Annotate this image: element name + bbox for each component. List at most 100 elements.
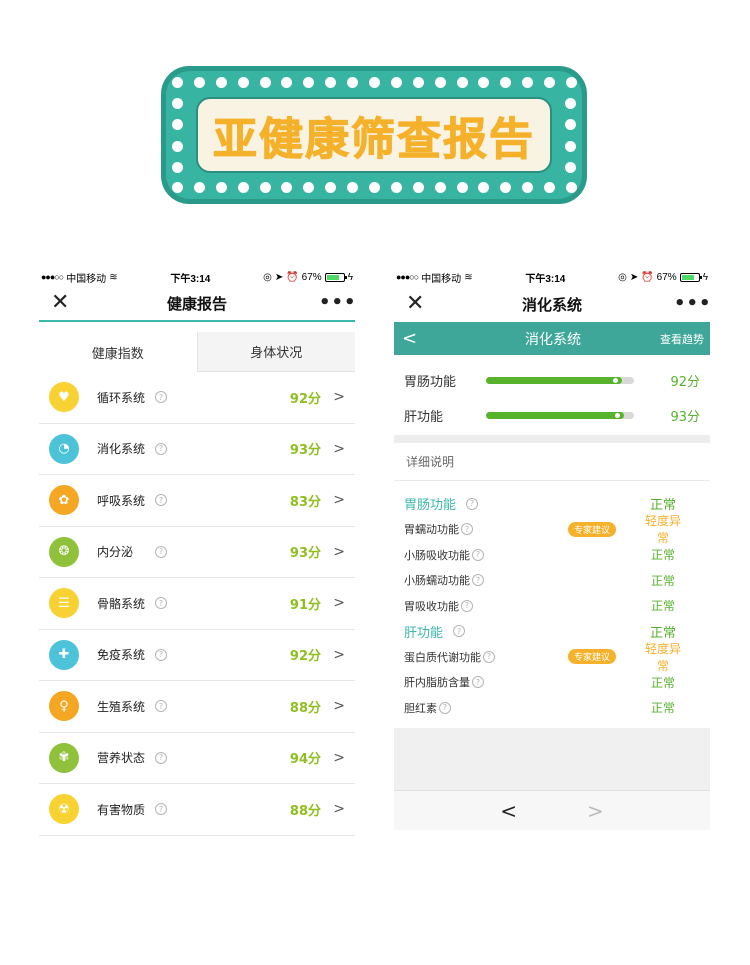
help-icon[interactable]: ? xyxy=(472,676,484,689)
system-score: 91分 xyxy=(289,597,321,613)
battery-icon xyxy=(679,272,702,282)
help-icon[interactable]: ? xyxy=(155,700,167,713)
banner-light-dot xyxy=(172,119,183,131)
help-icon[interactable]: ? xyxy=(155,545,167,558)
nav-bar: ✕ 健康报告 ••• xyxy=(39,286,356,322)
banner-light-dot xyxy=(237,182,249,193)
help-icon[interactable]: ? xyxy=(439,701,451,714)
detail-row: 蛋白质代谢功能? 专家建议 轻度异常 xyxy=(394,642,710,673)
banner-light-dot xyxy=(172,98,183,110)
empty-area xyxy=(394,728,710,790)
banner-light-dot xyxy=(172,140,183,152)
list-item[interactable]: ✾ 营养状态? 94分 > xyxy=(39,733,355,784)
system-label: 消化系统 xyxy=(97,442,146,457)
next-page-icon[interactable]: > xyxy=(587,799,604,823)
tab-health-index[interactable]: 健康指数 xyxy=(39,332,197,372)
chevron-right-icon: > xyxy=(333,646,345,663)
tab-body-status[interactable]: 身体状况 xyxy=(196,332,355,372)
list-item[interactable]: ✚ 免疫系统? 92分 > xyxy=(39,630,355,681)
more-icon[interactable]: ••• xyxy=(319,294,356,312)
list-item[interactable]: ◔ 消化系统? 93分 > xyxy=(39,424,355,475)
list-item[interactable]: ❂ 内分泌? 93分 > xyxy=(39,527,355,578)
progress-fill xyxy=(486,377,623,384)
status-bar: ●●●○○ 中国移动 ≋ 下午3:14 ◎ ➤ ⏰ 67% ϟ xyxy=(394,268,710,286)
progress-row: 肝功能 93分 xyxy=(394,398,710,433)
view-trend-link[interactable]: 查看趋势 xyxy=(644,331,704,347)
help-icon[interactable]: ? xyxy=(155,751,167,764)
status-bar: ●●●○○ 中国移动 ≋ 下午3:14 ◎ ➤ ⏰ 67% ϟ xyxy=(39,268,355,286)
signal-icon: ●●●○○ xyxy=(41,272,64,282)
back-icon[interactable]: < xyxy=(402,328,462,349)
help-icon[interactable]: ? xyxy=(453,625,466,638)
system-label: 有害物质 xyxy=(97,802,146,817)
expert-advice-badge[interactable]: 专家建议 xyxy=(567,649,616,665)
banner-light-dot xyxy=(478,77,490,88)
banner-light-dot xyxy=(193,182,205,193)
first-aid-icon: ✚ xyxy=(49,639,79,670)
banner-light-dot xyxy=(566,182,577,193)
banner-light-dot xyxy=(565,119,576,131)
banner-light-dot xyxy=(259,77,271,88)
banner-light-dot xyxy=(325,182,337,193)
help-icon[interactable]: ? xyxy=(472,574,484,587)
battery-percent: 67% xyxy=(301,271,322,283)
expert-advice-badge[interactable]: 专家建议 xyxy=(567,521,616,537)
detail-row: 胃吸收功能? 正常 xyxy=(394,593,710,619)
signal-icon: ●●●○○ xyxy=(396,272,419,282)
banner-light-dot xyxy=(325,77,337,88)
detail-row: 肝内脂肪含量? 正常 xyxy=(394,670,710,696)
banner-light-dot xyxy=(369,77,380,88)
progress-score: 92分 xyxy=(670,375,700,390)
help-icon[interactable]: ? xyxy=(472,548,484,561)
banner-light-dot xyxy=(434,182,446,193)
detail-label: 肝功能 xyxy=(404,625,444,641)
detail-label: 胆红素 xyxy=(404,701,437,715)
help-icon[interactable]: ? xyxy=(155,391,167,404)
banner-light-dot xyxy=(303,77,315,88)
help-icon[interactable]: ? xyxy=(155,442,167,455)
list-item[interactable]: ✿ 呼吸系统? 83分 > xyxy=(39,475,355,527)
system-label: 免疫系统 xyxy=(97,648,146,663)
system-score: 93分 xyxy=(289,443,321,459)
progress-fill xyxy=(486,412,624,419)
banner-light-dot xyxy=(522,182,534,193)
help-icon[interactable]: ? xyxy=(461,599,473,612)
close-icon[interactable]: ✕ xyxy=(406,293,430,315)
close-icon[interactable]: ✕ xyxy=(51,292,75,314)
banner-light-dot xyxy=(478,182,490,193)
system-score: 88分 xyxy=(289,803,321,819)
help-icon[interactable]: ? xyxy=(155,648,167,661)
detail-header: 详细说明 xyxy=(394,443,710,481)
help-icon[interactable]: ? xyxy=(483,650,495,663)
banner-light-dot xyxy=(303,182,315,193)
list-item[interactable]: ☰ 骨骼系统? 91分 > xyxy=(39,578,355,630)
banner-light-dot xyxy=(390,182,402,193)
wifi-icon: ≋ xyxy=(109,271,118,283)
system-label: 循环系统 xyxy=(97,390,146,405)
chevron-right-icon: > xyxy=(333,749,345,766)
help-icon[interactable]: ? xyxy=(155,803,167,816)
help-icon[interactable]: ? xyxy=(155,494,167,507)
help-icon[interactable]: ? xyxy=(466,497,479,510)
location-icon: ➤ xyxy=(274,271,284,283)
help-icon[interactable]: ? xyxy=(155,597,167,610)
banner-light-dot xyxy=(565,98,576,110)
banner-light-dot xyxy=(172,77,183,88)
banner-light-dot xyxy=(544,77,556,88)
prev-page-icon[interactable]: < xyxy=(500,799,517,823)
banner-light-dot xyxy=(565,140,576,152)
list-item[interactable]: ♀ 生殖系统? 88分 > xyxy=(39,681,355,733)
banner-light-dot xyxy=(193,77,205,88)
banner-light-dot xyxy=(215,77,227,88)
list-item[interactable]: ☢ 有害物质? 88分 > xyxy=(39,784,355,836)
list-item[interactable]: ♥ 循环系统? 92分 > xyxy=(39,372,355,424)
chevron-right-icon: > xyxy=(333,801,345,818)
progress-score: 93分 xyxy=(670,410,700,425)
banner-light-dot xyxy=(434,77,446,88)
stomach-icon: ◔ xyxy=(49,433,79,464)
more-icon[interactable]: ••• xyxy=(674,295,711,313)
alarm-icon: ⏰ xyxy=(641,271,654,283)
banner-light-dot xyxy=(456,182,468,193)
system-score: 92分 xyxy=(289,649,321,665)
help-icon[interactable]: ? xyxy=(461,523,473,536)
